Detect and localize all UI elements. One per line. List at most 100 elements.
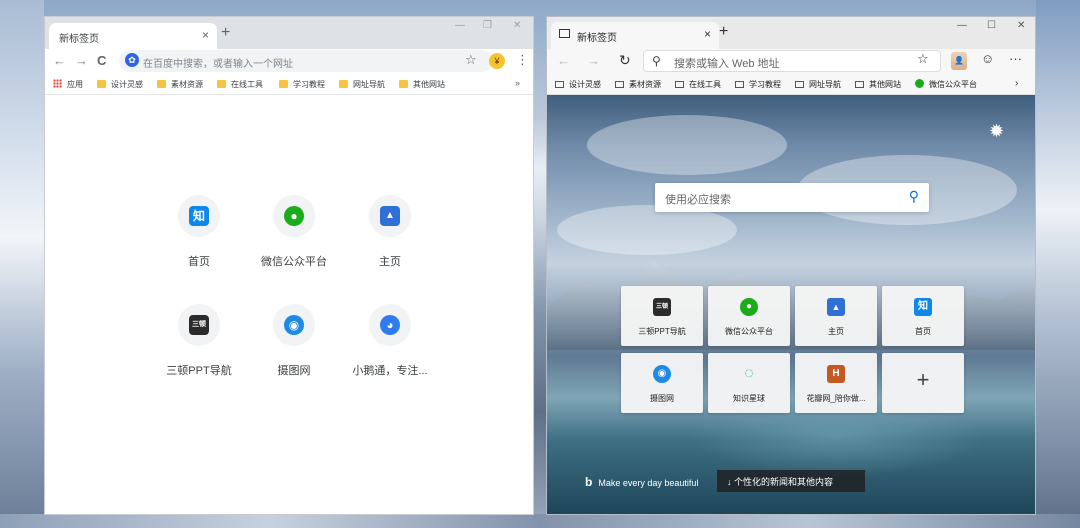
bookmark-label: 设计灵感 [111,80,143,89]
close-tab-icon[interactable]: × [704,27,711,41]
background-cloud [557,205,737,255]
search-placeholder: 使用必应搜索 [665,194,731,206]
favorite-label: 网址导航 [809,80,841,89]
shortcut-tile[interactable]: 知 首页 [154,195,244,275]
close-window-icon[interactable]: ✕ [1017,20,1025,31]
bookmark-folder[interactable]: 设计灵感 [97,79,143,90]
shortcut-label: 摄图网 [277,365,311,377]
new-tab-button[interactable]: + [221,24,230,42]
chart-icon: ▲ [380,206,400,226]
shortcut-tile[interactable]: ● 微信公众平台 [249,195,339,275]
sandun-icon: 三顿 [653,298,671,316]
folder-icon [615,81,624,88]
wechat-icon: ● [740,298,758,316]
new-tab-button[interactable]: + [719,23,728,41]
sandun-icon: 三顿 [189,315,209,335]
minimize-icon[interactable]: — [455,20,465,31]
folder-icon [97,80,106,88]
search-icon: ⚲ [652,54,661,68]
zhihu-icon: 知 [914,298,932,316]
bookmark-label: 其他网站 [413,80,445,89]
shortcut-tile[interactable]: ▲ 主页 [345,195,435,275]
bookmark-label: 学习教程 [293,80,325,89]
chrome-window: 新标签页 × + — ❐ ✕ ← → C ✿ 在百度中搜索，或者输入一个网址 ☆… [44,16,534,515]
favorite-link[interactable]: 微信公众平台 [915,79,977,90]
bing-search-box[interactable]: 使用必应搜索 ⚲ [655,183,929,212]
folder-icon [279,80,288,88]
shortcut-tile[interactable]: 三顿 三顿PPT导航 [154,304,244,384]
shortcut-tile[interactable]: ◕ 小鹅通，专注... [345,304,435,384]
quick-link-tile[interactable]: ● 微信公众平台 [708,286,790,346]
favorite-star-icon[interactable]: ☆ [917,51,929,67]
favorite-label: 在线工具 [689,80,721,89]
address-bar[interactable]: ✿ 在百度中搜索，或者输入一个网址 ☆ [119,50,493,72]
forward-icon[interactable]: → [587,53,600,68]
quick-link-tile[interactable]: 三顿 三顿PPT导航 [621,286,703,346]
settings-gear-icon[interactable]: ✹ [989,121,1004,142]
favorite-label: 微信公众平台 [929,80,977,89]
bookmark-folder[interactable]: 学习教程 [279,79,325,90]
background-cloud [587,115,787,175]
search-icon[interactable]: ⚲ [909,188,919,205]
more-icon[interactable]: ··· [1009,51,1022,66]
folder-icon [855,81,864,88]
quick-link-tile[interactable]: H 花瓣网_陪你做... [795,353,877,413]
bookmarks-more-icon[interactable]: » [515,78,520,88]
bookmark-apps[interactable]: 应用 [53,79,83,90]
feedback-smiley-icon[interactable]: ☺ [981,51,994,66]
chrome-new-tab-page: 知 首页 ● 微信公众平台 ▲ 主页 三顿 三顿PPT导航 ◉ 摄图网 ◕ 小鹅… [45,95,533,514]
favorite-folder[interactable]: 在线工具 [675,79,721,90]
maximize-icon[interactable]: ☐ [987,20,996,31]
back-icon[interactable]: ← [53,53,66,68]
favorite-folder[interactable]: 网址导航 [795,79,841,90]
favorite-label: 学习教程 [749,80,781,89]
favorite-folder[interactable]: 学习教程 [735,79,781,90]
close-window-icon[interactable]: ✕ [513,20,521,31]
quick-link-tile[interactable]: 知 首页 [882,286,964,346]
favorite-folder[interactable]: 其他网站 [855,79,901,90]
shortcut-icon-bg: 三顿 [178,304,220,346]
favorites-more-icon[interactable]: › [1015,78,1018,89]
personalized-news-button[interactable]: ↓ 个性化的新闻和其他内容 [717,470,865,492]
quick-link-label: 微信公众平台 [725,327,773,336]
bookmark-label: 应用 [67,80,83,89]
desktop-bottom [0,514,1080,528]
bookmark-folder[interactable]: 素材资源 [157,79,203,90]
bookmark-star-icon[interactable]: ☆ [465,52,477,68]
refresh-icon[interactable]: ↻ [619,52,631,69]
shortcut-tile[interactable]: ◉ 摄图网 [249,304,339,384]
address-bar[interactable]: ⚲ 搜索或输入 Web 地址 [643,50,941,72]
shortcut-label: 三顿PPT导航 [166,365,232,377]
quick-link-tile[interactable]: ◉ 摄图网 [621,353,703,413]
minimize-icon[interactable]: — [957,20,967,31]
chrome-tab-bar: 新标签页 × + — ❐ ✕ [45,17,533,49]
add-quick-link-button[interactable]: + [882,353,964,413]
forward-icon[interactable]: → [75,53,88,68]
quick-link-label: 摄图网 [650,394,674,403]
quick-link-tile[interactable]: ▲ 主页 [795,286,877,346]
edge-toolbar: ← → ↻ ⚲ 搜索或输入 Web 地址 ☆ 👤 ☺ ··· [547,49,1035,75]
bookmark-folder[interactable]: 网址导航 [339,79,385,90]
reload-icon[interactable]: C [97,53,106,68]
bookmark-folder[interactable]: 在线工具 [217,79,263,90]
favorite-folder[interactable]: 素材资源 [615,79,661,90]
quick-link-tile[interactable]: ◌ 知识星球 [708,353,790,413]
close-tab-icon[interactable]: × [202,28,209,42]
profile-avatar[interactable]: 👤 [951,52,967,70]
favorite-folder[interactable]: 设计灵感 [555,79,601,90]
menu-icon[interactable]: ⋮ [516,52,529,68]
edge-window: 新标签页 × + — ☐ ✕ ← → ↻ ⚲ 搜索或输入 Web 地址 ☆ 👤 … [546,16,1036,515]
back-icon[interactable]: ← [557,53,570,68]
maximize-icon[interactable]: ❐ [483,20,492,31]
bookmark-label: 网址导航 [353,80,385,89]
chrome-tab[interactable]: 新标签页 × [49,23,217,49]
edge-tab[interactable]: 新标签页 × [551,22,719,49]
apps-icon [53,79,62,88]
chrome-toolbar: ← → C ✿ 在百度中搜索，或者输入一个网址 ☆ ¥ ⋮ [45,49,533,75]
shortcut-icon-bg: ◕ [369,304,411,346]
plus-icon: + [916,367,930,392]
folder-icon [555,81,564,88]
extension-icon[interactable]: ¥ [489,53,505,69]
bookmark-folder[interactable]: 其他网站 [399,79,445,90]
bing-branding[interactable]: b Make every day beautiful [585,475,698,489]
